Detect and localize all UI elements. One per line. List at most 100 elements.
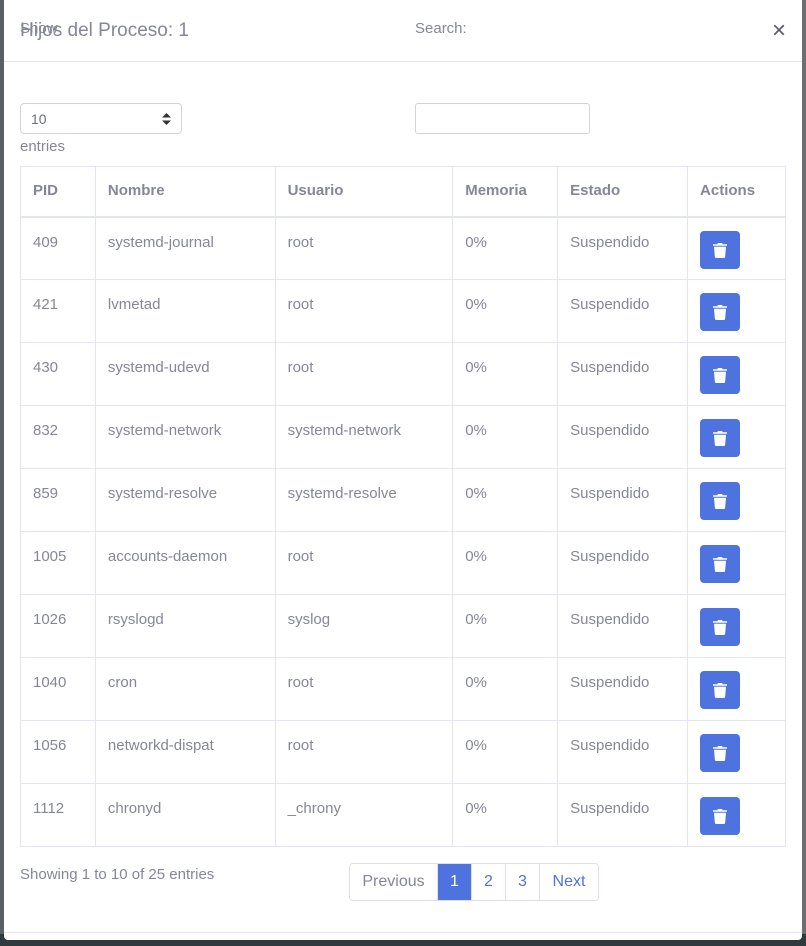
- delete-button[interactable]: [700, 734, 741, 772]
- cell-pid: 421: [20, 279, 96, 343]
- cell-actions: [687, 405, 786, 469]
- table-row: 1056 networkd-dispat root 0% Suspendido: [20, 720, 786, 784]
- cell-estado: Suspendido: [557, 531, 689, 595]
- delete-button[interactable]: [700, 230, 741, 269]
- trash-icon: [713, 305, 728, 320]
- delete-button[interactable]: [700, 545, 741, 583]
- page-3-button[interactable]: 3: [505, 864, 539, 900]
- process-children-modal: Hijos del Proceso: 1 × Show 10 entries S…: [4, 0, 802, 940]
- cell-estado: Suspendido: [557, 594, 689, 658]
- next-page-button[interactable]: Next: [539, 864, 598, 900]
- delete-button[interactable]: [700, 482, 741, 520]
- search-input[interactable]: [415, 103, 590, 134]
- header-nombre[interactable]: Nombre: [94, 166, 276, 218]
- page-1-button[interactable]: 1: [437, 864, 471, 900]
- cell-estado: Suspendido: [557, 216, 689, 280]
- trash-icon: [713, 620, 728, 635]
- table-row: 421 lvmetad root 0% Suspendido: [20, 279, 786, 343]
- previous-page-button[interactable]: Previous: [350, 864, 437, 900]
- cell-memoria: 0%: [452, 783, 559, 847]
- cell-pid: 1056: [20, 720, 96, 784]
- cell-pid: 1040: [20, 657, 96, 721]
- cell-pid: 1112: [20, 783, 96, 847]
- cell-nombre: lvmetad: [94, 279, 276, 343]
- table-row: 832 systemd-network systemd-network 0% Suspe…: [20, 405, 786, 469]
- cell-nombre: accounts-daemon: [94, 531, 276, 595]
- cell-actions: [687, 531, 786, 595]
- table-info: Showing 1 to 10 of 25 entries: [20, 866, 215, 883]
- delete-button[interactable]: [700, 356, 741, 394]
- modal-header: Hijos del Proceso: 1 ×: [4, 0, 802, 62]
- header-pid[interactable]: PID: [20, 166, 96, 218]
- delete-button[interactable]: [700, 419, 741, 457]
- cell-usuario: root: [274, 279, 454, 343]
- trash-icon: [713, 368, 728, 383]
- cell-actions: [687, 657, 786, 721]
- select-arrows-icon: [162, 112, 171, 125]
- entries-length-select[interactable]: 10: [20, 103, 182, 134]
- header-usuario[interactable]: Usuario: [274, 166, 454, 218]
- entries-label: entries: [20, 138, 66, 155]
- modal-footer-divider: [4, 932, 802, 933]
- table-row: 1026 rsyslogd syslog 0% Suspendido: [20, 594, 786, 658]
- table-row: 1005 accounts-daemon root 0% Suspendido: [20, 531, 786, 595]
- close-button[interactable]: ×: [772, 18, 786, 43]
- cell-estado: Suspendido: [557, 657, 689, 721]
- cell-estado: Suspendido: [557, 468, 689, 532]
- delete-button[interactable]: [700, 671, 741, 709]
- cell-nombre: networkd-dispat: [94, 720, 276, 784]
- trash-icon: [713, 242, 728, 258]
- cell-memoria: 0%: [452, 405, 559, 469]
- trash-icon: [713, 494, 728, 509]
- cell-estado: Suspendido: [557, 342, 689, 406]
- pagination: Previous 1 2 3 Next: [349, 863, 599, 901]
- cell-actions: [687, 216, 786, 280]
- cell-memoria: 0%: [452, 594, 559, 658]
- cell-usuario: _chrony: [274, 783, 454, 847]
- delete-button[interactable]: [700, 608, 741, 646]
- search-label: Search:: [415, 20, 467, 37]
- header-actions[interactable]: Actions: [687, 166, 786, 218]
- table-row: 409 systemd-journal root 0% Suspendido: [20, 216, 786, 280]
- cell-nombre: systemd-udevd: [94, 342, 276, 406]
- table-row: 859 systemd-resolve systemd-resolve 0% Suspe…: [20, 468, 786, 532]
- cell-nombre: systemd-journal: [94, 216, 276, 280]
- cell-memoria: 0%: [452, 720, 559, 784]
- cell-nombre: systemd-resolve: [94, 468, 276, 532]
- cell-estado: Suspendido: [557, 720, 689, 784]
- delete-button[interactable]: [700, 797, 741, 835]
- processes-table: PID Nombre Usuario Memoria Estado Action…: [20, 166, 786, 847]
- table-body: 409 systemd-journal root 0% Suspendido 421 lvm…: [20, 216, 786, 847]
- cell-pid: 1005: [20, 531, 96, 595]
- cell-usuario: syslog: [274, 594, 454, 658]
- cell-actions: [687, 783, 786, 847]
- table-header-row: PID Nombre Usuario Memoria Estado Action…: [20, 166, 786, 218]
- entries-length-value: 10: [31, 110, 47, 127]
- header-estado[interactable]: Estado: [557, 166, 689, 218]
- cell-nombre: chronyd: [94, 783, 276, 847]
- cell-nombre: rsyslogd: [94, 594, 276, 658]
- cell-pid: 1026: [20, 594, 96, 658]
- backdrop-edge: [802, 0, 806, 946]
- cell-actions: [687, 468, 786, 532]
- page-2-button[interactable]: 2: [471, 864, 505, 900]
- cell-estado: Suspendido: [557, 783, 689, 847]
- cell-nombre: cron: [94, 657, 276, 721]
- header-memoria[interactable]: Memoria: [452, 166, 559, 218]
- cell-pid: 859: [20, 468, 96, 532]
- table-row: 430 systemd-udevd root 0% Suspendido: [20, 342, 786, 406]
- delete-button[interactable]: [700, 293, 741, 331]
- cell-actions: [687, 279, 786, 343]
- trash-icon: [713, 683, 728, 698]
- trash-icon: [713, 557, 728, 572]
- cell-actions: [687, 342, 786, 406]
- cell-actions: [687, 720, 786, 784]
- cell-memoria: 0%: [452, 279, 559, 343]
- cell-actions: [687, 594, 786, 658]
- cell-pid: 832: [20, 405, 96, 469]
- cell-memoria: 0%: [452, 342, 559, 406]
- cell-nombre: systemd-network: [94, 405, 276, 469]
- cell-estado: Suspendido: [557, 279, 689, 343]
- cell-usuario: root: [274, 657, 454, 721]
- cell-memoria: 0%: [452, 531, 559, 595]
